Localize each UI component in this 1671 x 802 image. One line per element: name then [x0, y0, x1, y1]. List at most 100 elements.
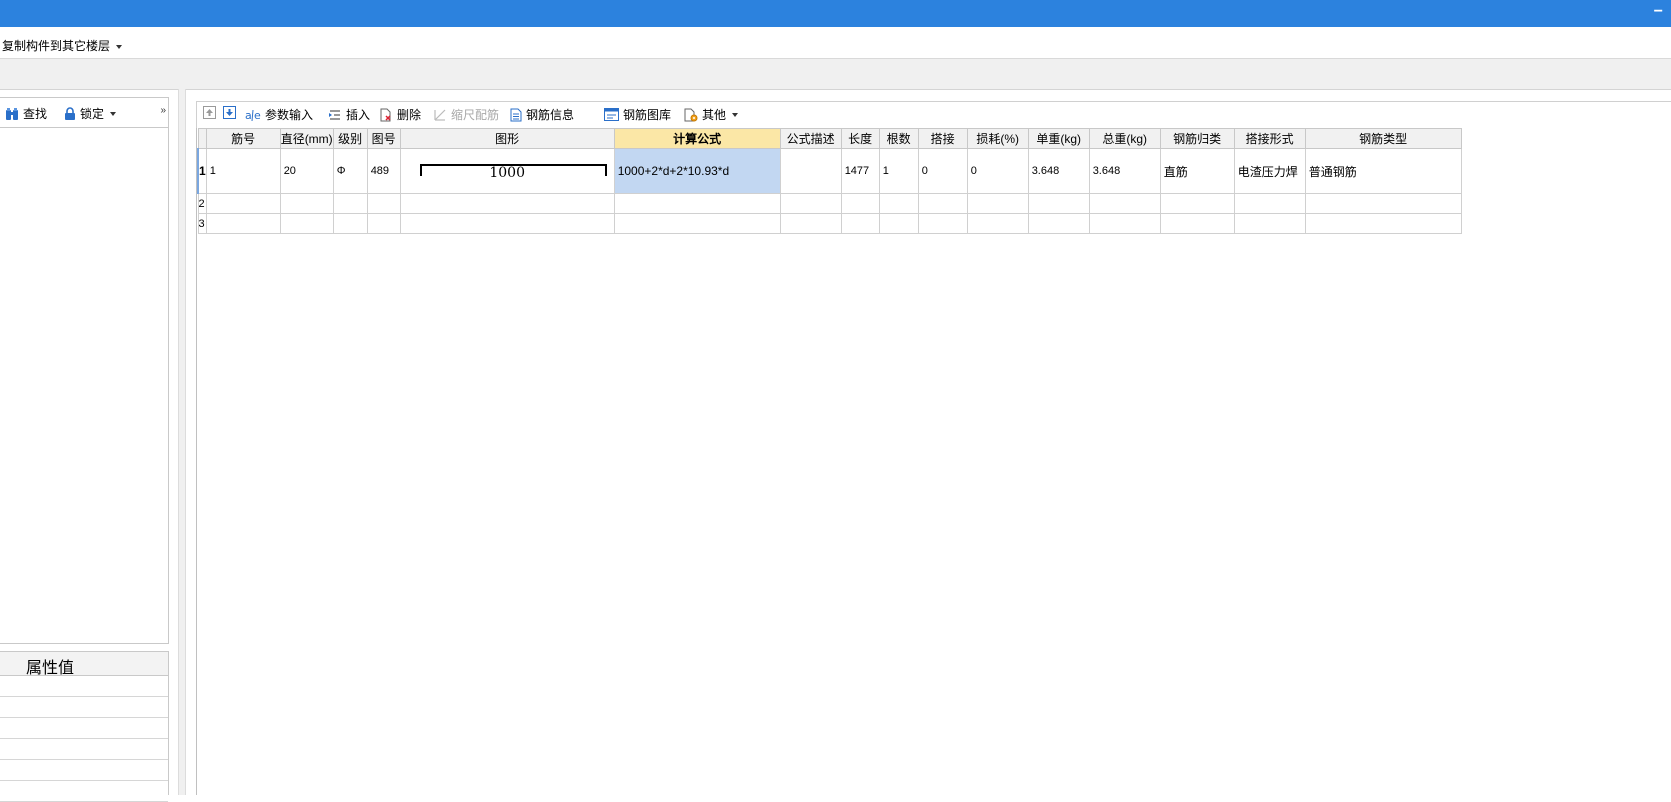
formula-cell[interactable]: 1000+2*d+2*10.93*d [613, 148, 781, 194]
empty-cell[interactable] [966, 213, 1029, 234]
empty-cell[interactable] [613, 213, 781, 234]
expand-icon[interactable]: » [160, 105, 165, 116]
formula-desc-cell[interactable] [779, 148, 842, 194]
component-tree-panel: 查找 锁定 » [0, 97, 169, 644]
column-header[interactable]: 单重(kg) [1027, 128, 1090, 149]
column-header-active[interactable]: 计算公式 [613, 128, 781, 149]
column-header[interactable]: 图形 [399, 128, 615, 149]
empty-cell[interactable] [878, 213, 919, 234]
other-menu-button[interactable]: 其他 [684, 106, 739, 123]
shape-cell[interactable]: 1000 [399, 148, 615, 194]
column-header[interactable]: 直径(mm) [279, 128, 334, 149]
param-input-button[interactable]: a e 参数输入 [245, 106, 313, 123]
move-down-button[interactable] [223, 106, 240, 119]
empty-cell[interactable] [917, 213, 968, 234]
empty-cell[interactable] [399, 213, 615, 234]
column-header[interactable]: 损耗(%) [966, 128, 1029, 149]
row-number[interactable]: 2 [197, 193, 207, 214]
empty-cell[interactable] [1159, 193, 1235, 214]
column-header[interactable]: 级别 [332, 128, 368, 149]
delete-doc-icon [380, 108, 391, 121]
empty-cell[interactable] [366, 213, 401, 234]
lap-type-cell[interactable]: 电渣压力焊 [1233, 148, 1306, 194]
table-row[interactable]: 2 [197, 193, 1462, 214]
rebar-info-label: 钢筋信息 [526, 108, 575, 122]
scale-rebar-button[interactable]: 缩尺配筋 [433, 106, 499, 123]
column-header[interactable]: 公式描述 [779, 128, 842, 149]
panel-splitter[interactable] [178, 89, 186, 795]
empty-cell[interactable] [613, 193, 781, 214]
empty-cell[interactable] [332, 193, 368, 214]
copy-to-floor-menu[interactable]: 复制构件到其它楼层 [2, 37, 123, 54]
unit-weight-cell[interactable]: 3.648 [1027, 148, 1090, 194]
insert-button[interactable]: 插入 [328, 106, 370, 123]
property-row[interactable] [0, 739, 168, 760]
bar-no-cell[interactable]: 1 [205, 148, 281, 194]
find-button[interactable]: 查找 [5, 105, 47, 122]
empty-cell[interactable] [779, 193, 842, 214]
empty-cell[interactable] [917, 193, 968, 214]
find-label: 查找 [23, 107, 48, 121]
lap-cell[interactable]: 0 [917, 148, 968, 194]
rebar-info-button[interactable]: 钢筋信息 [510, 106, 574, 123]
rebar-library-button[interactable]: 钢筋图库 [604, 106, 671, 123]
empty-cell[interactable] [878, 193, 919, 214]
count-cell[interactable]: 1 [878, 148, 919, 194]
diameter-cell[interactable]: 20 [279, 148, 334, 194]
empty-cell[interactable] [1233, 213, 1306, 234]
length-cell[interactable]: 1477 [840, 148, 880, 194]
empty-cell[interactable] [966, 193, 1029, 214]
title-bar: − [0, 0, 1671, 27]
property-row[interactable] [0, 697, 168, 718]
empty-cell[interactable] [205, 193, 281, 214]
table-row[interactable]: 3 [197, 213, 1462, 234]
empty-cell[interactable] [279, 213, 334, 234]
category-cell[interactable]: 直筋 [1159, 148, 1235, 194]
rebar-type-cell[interactable]: 普通钢筋 [1304, 148, 1462, 194]
property-row[interactable] [0, 760, 168, 781]
row-number[interactable]: 3 [197, 213, 207, 234]
empty-cell[interactable] [840, 213, 880, 234]
empty-cell[interactable] [1088, 213, 1161, 234]
rebar-library-label: 钢筋图库 [623, 108, 672, 122]
delete-button[interactable]: 删除 [379, 106, 421, 123]
empty-cell[interactable] [779, 213, 842, 234]
empty-cell[interactable] [1233, 193, 1306, 214]
column-header[interactable]: 长度 [840, 128, 880, 149]
column-header[interactable]: 根数 [878, 128, 919, 149]
column-header[interactable]: 钢筋类型 [1304, 128, 1462, 149]
param-input-label: 参数输入 [265, 108, 314, 122]
grade-cell[interactable]: Φ [332, 148, 368, 194]
lock-button[interactable]: 锁定 [64, 105, 117, 122]
loss-cell[interactable]: 0 [966, 148, 1029, 194]
column-header[interactable]: 钢筋归类 [1159, 128, 1235, 149]
row-number[interactable]: 1 [196, 148, 207, 194]
table-row[interactable]: 1 1 20 Φ 489 1000 1000+2*d+2*10.93*d 147… [196, 148, 1462, 194]
empty-cell[interactable] [279, 193, 334, 214]
empty-cell[interactable] [1159, 213, 1235, 234]
row-number-header [197, 128, 207, 149]
empty-cell[interactable] [1027, 213, 1090, 234]
empty-cell[interactable] [840, 193, 880, 214]
empty-cell[interactable] [1304, 213, 1462, 234]
rebar-toolbar: a e 参数输入 插入 删除 缩尺配筋 钢筋信息 钢筋图库 其他 [196, 101, 1671, 129]
empty-cell[interactable] [399, 193, 615, 214]
move-up-button[interactable] [203, 106, 220, 119]
empty-cell[interactable] [332, 213, 368, 234]
column-header[interactable]: 总重(kg) [1088, 128, 1161, 149]
figure-no-cell[interactable]: 489 [366, 148, 401, 194]
minimize-button[interactable]: − [1654, 2, 1663, 22]
property-row[interactable] [0, 781, 168, 802]
empty-cell[interactable] [1027, 193, 1090, 214]
property-row[interactable] [0, 676, 168, 697]
empty-cell[interactable] [205, 213, 281, 234]
column-header[interactable]: 图号 [366, 128, 401, 149]
column-header[interactable]: 搭接形式 [1233, 128, 1306, 149]
column-header[interactable]: 筋号 [205, 128, 281, 149]
column-header[interactable]: 搭接 [917, 128, 968, 149]
property-row[interactable] [0, 718, 168, 739]
empty-cell[interactable] [1304, 193, 1462, 214]
empty-cell[interactable] [366, 193, 401, 214]
empty-cell[interactable] [1088, 193, 1161, 214]
total-weight-cell[interactable]: 3.648 [1088, 148, 1161, 194]
